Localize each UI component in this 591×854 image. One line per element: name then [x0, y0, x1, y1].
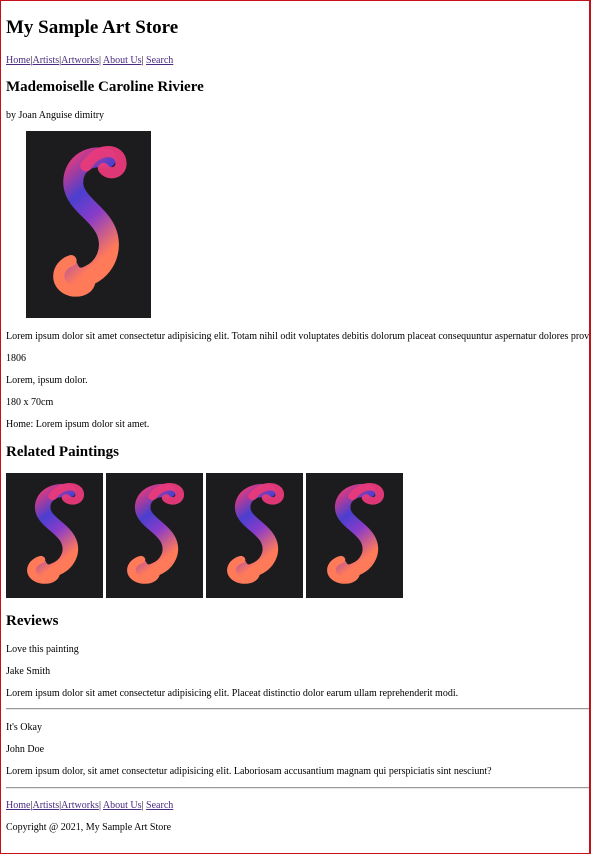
review-divider — [6, 787, 589, 789]
nav-about-link[interactable]: About Us — [103, 800, 142, 811]
nav-artworks-link[interactable]: Artworks — [61, 55, 99, 66]
nav-search-link[interactable]: Search — [146, 55, 173, 66]
review-author: John Doe — [6, 744, 45, 755]
review-title: It's Okay — [6, 722, 42, 733]
s-shape-gradient-icon — [127, 483, 185, 584]
page-frame: My Sample Art Store Home|Artists|Artwork… — [0, 0, 591, 854]
review-divider — [6, 708, 589, 710]
review-body: Lorem ipsum dolor sit amet consectetur a… — [6, 688, 459, 699]
s-shape-gradient-icon — [227, 483, 285, 584]
nav-artists-link[interactable]: Artists — [32, 800, 59, 811]
nav-separator: | — [141, 800, 144, 811]
nav-separator: | — [98, 55, 101, 66]
nav-separator: | — [98, 800, 101, 811]
painting-title: Mademoiselle Caroline Riviere — [6, 79, 204, 95]
nav-artists-link[interactable]: Artists — [32, 55, 59, 66]
painting-description: Lorem ipsum dolor sit amet consectetur a… — [6, 331, 591, 342]
related-painting-thumb[interactable] — [106, 473, 203, 598]
review-author: Jake Smith — [6, 666, 51, 677]
nav-home-link[interactable]: Home — [6, 55, 30, 66]
painting-medium: Lorem, ipsum dolor. — [6, 375, 88, 386]
painting-byline: by Joan Anguise dimitry — [6, 110, 105, 121]
nav-artworks-link[interactable]: Artworks — [61, 800, 99, 811]
related-painting-thumb[interactable] — [206, 473, 303, 598]
site-title: My Sample Art Store — [6, 17, 179, 38]
nav-home-link[interactable]: Home — [6, 800, 30, 811]
related-painting-thumb[interactable] — [6, 473, 103, 598]
related-heading: Related Paintings — [6, 444, 119, 460]
painting-year: 1806 — [6, 353, 26, 364]
painting-image — [26, 131, 151, 318]
related-painting-thumb[interactable] — [306, 473, 403, 598]
footer-copyright: Copyright @ 2021, My Sample Art Store — [6, 822, 172, 833]
s-shape-gradient-icon — [327, 483, 385, 584]
nav-about-link[interactable]: About Us — [103, 55, 142, 66]
s-shape-gradient-icon — [53, 146, 127, 297]
painting-home: Home: Lorem ipsum dolor sit amet. — [6, 419, 150, 430]
review-title: Love this painting — [6, 644, 79, 655]
painting-size: 180 x 70cm — [6, 397, 54, 408]
reviews-heading: Reviews — [6, 613, 59, 629]
s-shape-gradient-icon — [27, 483, 85, 584]
review-body: Lorem ipsum dolor, sit amet consectetur … — [6, 766, 492, 777]
footer-nav: Home|Artists|Artworks| About Us| Search — [6, 800, 173, 812]
top-nav: Home|Artists|Artworks| About Us| Search — [6, 55, 173, 67]
nav-separator: | — [141, 55, 144, 66]
nav-search-link[interactable]: Search — [146, 800, 173, 811]
